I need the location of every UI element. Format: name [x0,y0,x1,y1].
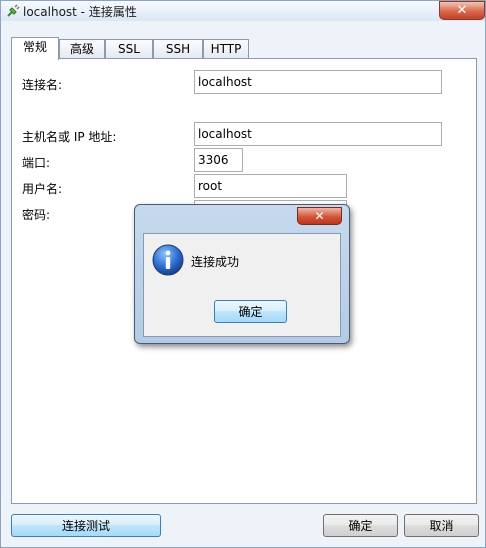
window-close-button[interactable]: ✕ [439,1,485,20]
port-input[interactable]: 3306 [194,148,243,172]
username-input[interactable]: root [194,174,347,198]
host-input[interactable]: localhost [194,122,442,146]
port-label: 端口: [22,156,51,170]
tab-ssh[interactable]: SSH [153,39,203,59]
cancel-button[interactable]: 取消 [404,514,479,537]
dialog-ok-button[interactable]: 确定 [214,300,287,323]
dialog-body: 连接成功 确定 [143,233,341,337]
close-icon: ✕ [314,209,325,223]
test-connection-button[interactable]: 连接测试 [11,514,161,537]
tab-label: 常规 [22,40,47,54]
info-icon [152,244,184,276]
tab-http[interactable]: HTTP [203,39,249,59]
ok-button[interactable]: 确定 [323,514,398,537]
close-icon: ✕ [456,3,468,18]
success-message-dialog: ✕ 连接成功 确定 [134,204,350,344]
dialog-close-button[interactable]: ✕ [297,207,342,225]
plug-icon [7,4,20,17]
tab-advanced[interactable]: 高级 [59,39,105,59]
username-label: 用户名: [22,182,63,196]
connection-name-label: 连接名: [22,78,63,92]
title-bar[interactable]: localhost - 连接属性 ✕ [1,1,485,21]
tab-label: SSH [165,42,191,56]
tab-label: SSL [118,42,140,56]
connection-name-input[interactable]: localhost [194,70,442,94]
tab-label: 高级 [69,42,94,56]
password-label: 密码: [22,208,51,222]
host-label: 主机名或 IP 地址: [22,130,117,144]
tab-ssl[interactable]: SSL [105,39,153,59]
tab-general[interactable]: 常规 [11,37,59,60]
dialog-message: 连接成功 [191,255,240,269]
tab-label: HTTP [210,42,242,56]
window-title: localhost - 连接属性 [23,5,137,19]
